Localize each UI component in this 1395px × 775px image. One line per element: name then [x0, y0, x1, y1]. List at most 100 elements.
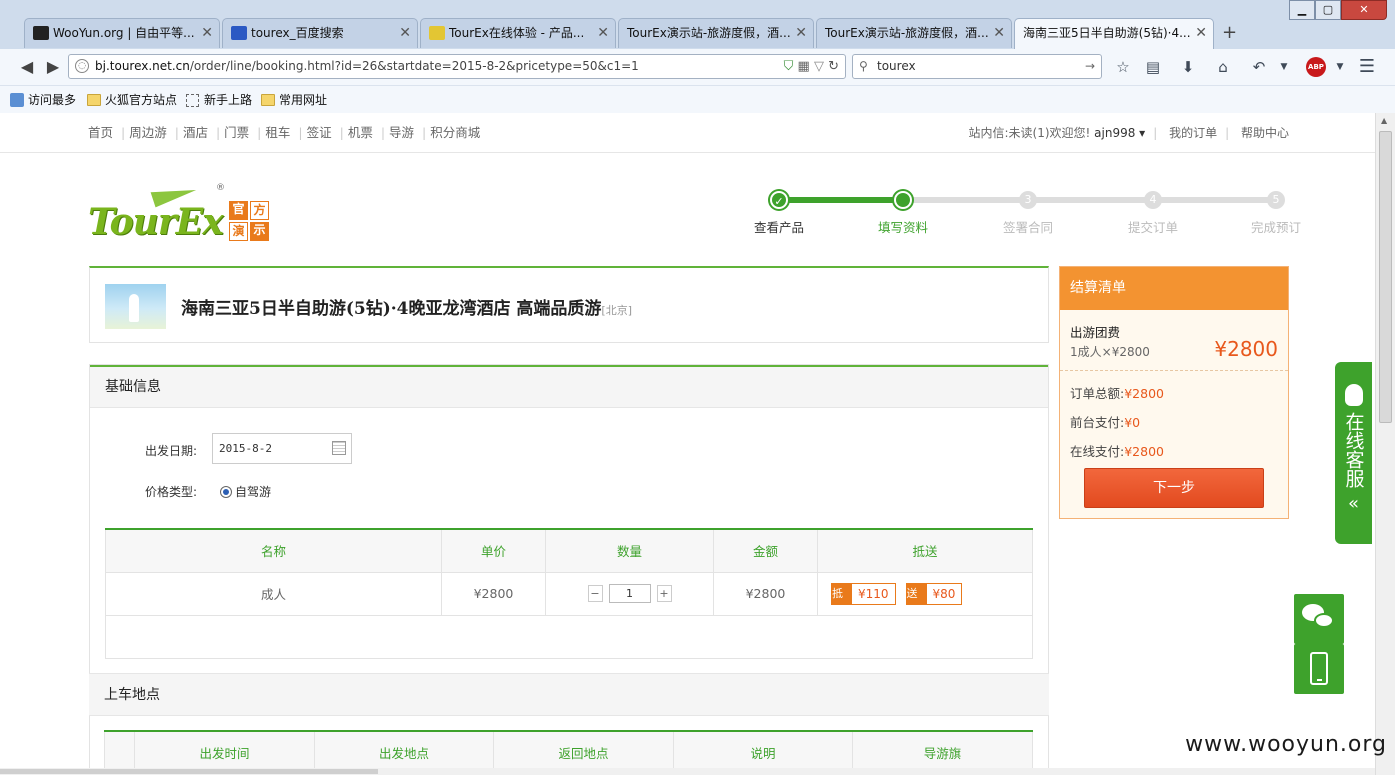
download-icon[interactable]: ⬇ [1176, 55, 1200, 79]
close-icon[interactable]: ✕ [795, 19, 807, 47]
browser-tab-1[interactable]: tourex_百度搜索 ✕ [222, 18, 418, 48]
bookmark-common-sites[interactable]: 常用网址 [261, 92, 327, 108]
departure-date-input[interactable]: 2015-8-2 [212, 433, 352, 464]
home-icon[interactable]: ⌂ [1211, 55, 1235, 79]
settlement-heading: 结算清单 [1060, 267, 1288, 310]
qq-penguin-icon [1344, 384, 1363, 406]
close-icon[interactable]: ✕ [201, 19, 213, 47]
quantity-input[interactable]: 1 [608, 584, 651, 603]
browser-tab-3[interactable]: TourEx演示站-旅游度假，酒... ✕ [618, 18, 814, 48]
price-table: 名称 单价 数量 金额 抵送 成人 ¥2800 − 1 + ¥2800 抵 ¥1… [105, 528, 1033, 659]
most-visited-icon [10, 93, 24, 107]
tourex-logo[interactable]: ® TourEx 官 方 演 示 [88, 178, 270, 243]
order-total-row: 订单总额:¥2800 [1070, 386, 1164, 401]
my-orders-link[interactable]: 我的订单 [1169, 126, 1217, 140]
registered-mark: ® [216, 183, 225, 193]
collapse-icon[interactable]: « [1335, 493, 1372, 514]
nav-tickets[interactable]: 门票 [224, 125, 249, 140]
site-nav-links: 首页 | 周边游 | 酒店 | 门票 | 租车 | 签证 | 机票 | 导游 | 积分商城 [88, 125, 481, 140]
nav-nearby[interactable]: 周边游 [129, 125, 167, 140]
radio-selected-icon[interactable] [220, 486, 232, 498]
step-sign-contract: 3 签署合同 [1002, 191, 1053, 235]
page-icon [186, 94, 199, 107]
browser-tab-active[interactable]: 海南三亚5日半自助游(5钻)·4... ✕ [1014, 18, 1214, 49]
nav-guide[interactable]: 导游 [389, 125, 414, 140]
close-icon[interactable]: ✕ [597, 19, 609, 47]
back-arrow-icon[interactable]: ◀ [14, 55, 40, 79]
reload-icon: ↻ [828, 59, 839, 74]
booking-progress-steps: ✓ 查看产品 填写资料 3 签署合同 4 提交订单 5 完成预订 [754, 191, 1301, 241]
help-center-link[interactable]: 帮助中心 [1241, 126, 1289, 140]
url-bar[interactable]: ◌ bj.tourex.net.cn/order/line/booking.ht… [68, 54, 846, 79]
gift-coupon[interactable]: 送 ¥80 [905, 582, 963, 605]
nav-visa[interactable]: 签证 [307, 125, 332, 140]
close-icon[interactable]: ✕ [993, 19, 1005, 47]
browser-tab-2[interactable]: TourEx在线体验 - 产品... ✕ [420, 18, 616, 48]
adblock-icon[interactable]: ABP [1306, 57, 1326, 77]
increase-button[interactable]: + [656, 585, 672, 602]
line-amount: ¥2800 [713, 571, 818, 616]
column-header: 单价 [441, 528, 546, 573]
scroll-up-icon[interactable]: ▲ [1381, 116, 1387, 125]
site-messages[interactable]: 站内信:未读(1) [968, 126, 1049, 140]
check-icon: ✓ [770, 191, 788, 209]
close-icon[interactable]: ✕ [399, 19, 411, 47]
tab-label: TourEx演示站-旅游度假，酒... [825, 26, 989, 40]
column-header: 抵送 [817, 528, 1033, 573]
star-icon[interactable]: ☆ [1111, 55, 1135, 79]
menu-icon[interactable]: ☰ [1355, 55, 1379, 79]
search-input[interactable]: ⚲ tourex → [852, 54, 1102, 79]
url-path: /order/line/booking.html?id=26&startdate… [189, 59, 639, 73]
dropdown-arrow-icon[interactable]: ▼ [1328, 55, 1352, 79]
scrollbar-thumb[interactable] [1379, 131, 1392, 423]
bookmark-getting-started[interactable]: 新手上路 [186, 92, 252, 108]
browser-tab-0[interactable]: WooYun.org | 自由平等... ✕ [24, 18, 220, 48]
nav-points-mall[interactable]: 积分商城 [430, 125, 480, 140]
front-pay-row: 前台支付:¥0 [1070, 415, 1141, 430]
mobile-button[interactable] [1294, 644, 1344, 694]
step-submit-order: 4 提交订单 [1127, 191, 1178, 235]
new-tab-icon[interactable]: + [1222, 20, 1237, 46]
folder-icon [261, 94, 275, 106]
dropdown-arrow-icon[interactable]: ▼ [1272, 55, 1296, 79]
reading-list-icon[interactable]: ▤ [1141, 55, 1165, 79]
tab-label: TourEx在线体验 - 产品... [449, 26, 585, 40]
nav-hotel[interactable]: 酒店 [183, 125, 208, 140]
bookmark-firefox-official[interactable]: 火狐官方站点 [87, 92, 177, 108]
departure-city: [北京] [601, 304, 633, 317]
go-arrow-icon[interactable]: → [1085, 55, 1095, 78]
divider [1060, 370, 1288, 371]
nav-car-rental[interactable]: 租车 [265, 125, 290, 140]
step-view-product: ✓ 查看产品 [739, 191, 819, 236]
wechat-button[interactable] [1294, 594, 1344, 644]
tab-strip: WooYun.org | 自由平等... ✕ tourex_百度搜索 ✕ Tou… [0, 12, 1395, 49]
bookmarks-toolbar: 访问最多 火狐官方站点 新手上路 常用网址 [0, 85, 1395, 113]
coupon-cell: 抵 ¥110 送 ¥80 [817, 571, 1033, 616]
close-icon[interactable]: ✕ [1195, 19, 1207, 47]
scrollbar-thumb[interactable] [0, 769, 378, 774]
quantity-stepper: − 1 + [587, 584, 672, 603]
forward-arrow-icon[interactable]: ▶ [40, 55, 66, 79]
official-demo-badge: 官 方 演 示 [229, 201, 269, 241]
online-service-widget[interactable]: 在线客服 « [1335, 362, 1372, 544]
search-value: tourex [877, 59, 916, 73]
tab-label: WooYun.org | 自由平等... [53, 26, 195, 40]
discount-coupon[interactable]: 抵 ¥110 [831, 582, 896, 605]
browser-tab-4[interactable]: TourEx演示站-旅游度假，酒... ✕ [816, 18, 1012, 48]
next-step-button[interactable]: 下一步 [1084, 468, 1264, 508]
shield-icon[interactable]: ⛉ ▦ ▽ ↻ [784, 55, 839, 78]
watermark: www.wooyun.org [1185, 732, 1387, 757]
price-type-radio[interactable]: 自驾游 [220, 483, 271, 500]
vertical-scrollbar[interactable]: ▲ [1375, 113, 1395, 775]
bookmark-most-visited[interactable]: 访问最多 [10, 92, 76, 108]
calendar-icon[interactable] [332, 441, 346, 455]
nav-home[interactable]: 首页 [88, 125, 113, 140]
product-thumbnail[interactable] [105, 284, 166, 329]
nav-flights[interactable]: 机票 [348, 125, 373, 140]
decrease-button[interactable]: − [587, 585, 603, 602]
undo-icon[interactable]: ↶ [1247, 55, 1271, 79]
user-menu[interactable]: ajn998 ▾ [1094, 126, 1145, 140]
settle-item-total: ¥2800 [1214, 337, 1278, 361]
settle-item-title: 出游团费 [1070, 325, 1121, 340]
horizontal-scrollbar[interactable] [0, 768, 1375, 775]
